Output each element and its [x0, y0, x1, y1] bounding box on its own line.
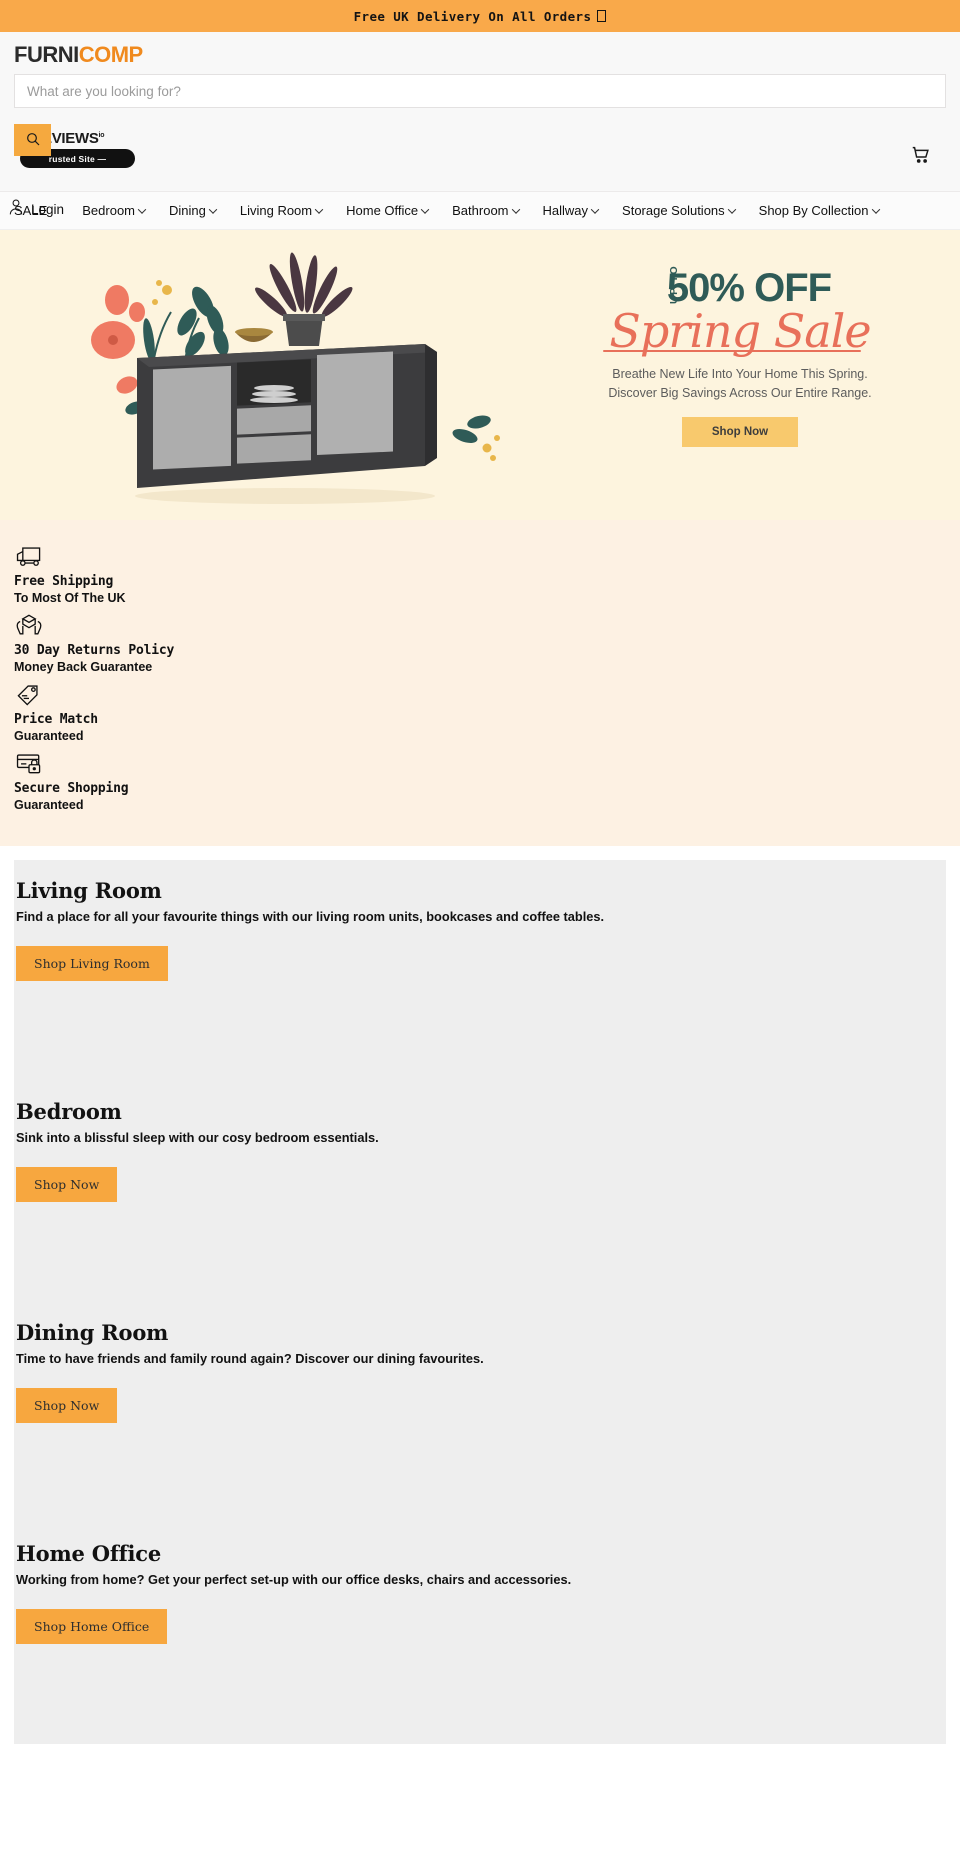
- hero-script-underline: [603, 349, 861, 352]
- search-bar: [14, 74, 946, 108]
- trust-item-returns-policy: 30 Day Returns Policy Money Back Guarant…: [14, 611, 946, 674]
- hero-subtext-line2: Discover Big Savings Across Our Entire R…: [608, 386, 872, 400]
- nav-item-bathroom[interactable]: Bathroom: [452, 203, 531, 218]
- login-link[interactable]: Login: [8, 198, 64, 221]
- trust-subtitle: Money Back Guarantee: [14, 660, 153, 674]
- trust-item-secure-shopping: Secure Shopping Guaranteed: [14, 749, 946, 812]
- category-description: Time to have friends and family round ag…: [16, 1351, 484, 1366]
- search-input[interactable]: [14, 74, 946, 108]
- trust-subtitle: Guaranteed: [14, 798, 84, 812]
- trust-title: Free Shipping: [14, 574, 114, 589]
- nav-item-shop-by-collection[interactable]: Shop By Collection: [759, 203, 892, 218]
- category-description: Working from home? Get your perfect set-…: [16, 1572, 572, 1587]
- category-description: Find a place for all your favourite thin…: [16, 909, 605, 924]
- category-image-placeholder: [14, 1202, 946, 1302]
- hero-up-to-label: UP TO: [667, 264, 680, 304]
- trust-subtitle: To Most Of The UK: [14, 591, 126, 605]
- chevron-down-icon: [420, 204, 430, 214]
- trust-item-free-shipping: Free Shipping To Most Of The UK: [14, 542, 946, 605]
- category-title: Bedroom: [16, 1099, 122, 1124]
- nav-label: Hallway: [542, 203, 589, 218]
- nav-label: Bathroom: [452, 203, 509, 218]
- nav-item-bedroom[interactable]: Bedroom: [82, 203, 158, 218]
- trust-badges-strip: Free Shipping To Most Of The UK 30 Day R…: [0, 520, 960, 846]
- user-icon: [8, 198, 24, 221]
- category-section-living-room: Living Room Find a place for all your fa…: [14, 860, 946, 1081]
- chevron-down-icon: [871, 204, 880, 214]
- search-icon: [25, 131, 41, 150]
- reviews-badge-suffix: io: [98, 132, 105, 139]
- card-lock-icon: [14, 749, 946, 779]
- category-shop-button[interactable]: Shop Home Office: [16, 1609, 168, 1644]
- trust-title: Secure Shopping: [14, 781, 129, 796]
- nav-label: Storage Solutions: [622, 203, 725, 218]
- category-image-placeholder: [14, 1644, 946, 1744]
- site-header: FURNICOMP EVIEWSio rusted Site —: [0, 32, 960, 217]
- search-submit-button[interactable]: [14, 124, 51, 156]
- category-shop-button[interactable]: Shop Now: [16, 1167, 118, 1202]
- shopping-cart-icon: [910, 144, 932, 171]
- main-navigation: SALE Bedroom Dining Living Room Home Off…: [0, 192, 960, 230]
- hands-box-icon: [14, 611, 946, 641]
- site-logo[interactable]: FURNICOMP: [14, 44, 143, 66]
- nav-label: Living Room: [239, 203, 313, 218]
- category-title: Home Office: [16, 1541, 162, 1566]
- nav-label: Shop By Collection: [758, 203, 869, 218]
- chevron-down-icon: [137, 204, 147, 214]
- category-shop-button[interactable]: Shop Living Room: [16, 946, 168, 981]
- trust-title: 30 Day Returns Policy: [14, 643, 175, 658]
- category-section-dining-room: Dining Room Time to have friends and fam…: [14, 1302, 946, 1523]
- missing-glyph-box-icon: [597, 10, 607, 22]
- nav-label: Bedroom: [82, 203, 135, 218]
- trust-subtitle: Guaranteed: [14, 729, 84, 743]
- category-title: Living Room: [16, 878, 162, 903]
- nav-item-living-room[interactable]: Living Room: [240, 203, 335, 218]
- category-title: Dining Room: [16, 1320, 169, 1345]
- category-section-bedroom: Bedroom Sink into a blissful sleep with …: [14, 1081, 946, 1302]
- delivery-truck-icon: [14, 542, 946, 572]
- nav-item-storage-solutions[interactable]: Storage Solutions: [622, 203, 748, 218]
- category-shop-button[interactable]: Shop Now: [16, 1388, 118, 1423]
- hero-shop-now-button[interactable]: Shop Now: [681, 417, 799, 447]
- hero-banner[interactable]: UP TO 50% OFF Spring Sale Breathe New Li…: [0, 230, 960, 520]
- announcement-bar: Free UK Delivery On All Orders: [0, 0, 960, 32]
- hero-subtext-line1: Breathe New Life Into Your Home This Spr…: [612, 367, 868, 381]
- announcement-text: Free UK Delivery On All Orders: [353, 8, 592, 24]
- logo-text-primary: FURNI: [14, 42, 79, 67]
- trust-item-price-match: Price Match Guaranteed: [14, 680, 946, 743]
- price-tag-icon: [14, 680, 946, 710]
- chevron-down-icon: [590, 204, 600, 214]
- login-label: Login: [31, 202, 65, 217]
- cart-button[interactable]: [906, 142, 936, 172]
- section-spacer: [0, 846, 960, 860]
- chevron-down-icon: [511, 204, 520, 214]
- nav-item-home-office[interactable]: Home Office: [346, 203, 441, 218]
- chevron-down-icon: [314, 204, 324, 214]
- category-section-home-office: Home Office Working from home? Get your …: [14, 1523, 946, 1744]
- nav-label: Dining: [169, 203, 206, 218]
- nav-item-hallway[interactable]: Hallway: [543, 203, 612, 218]
- category-image-placeholder: [14, 981, 946, 1081]
- hero-copy: UP TO 50% OFF Spring Sale Breathe New Li…: [545, 264, 935, 447]
- category-image-placeholder: [14, 1423, 946, 1523]
- hero-script-headline: Spring Sale: [545, 306, 935, 356]
- nav-item-dining[interactable]: Dining: [169, 203, 229, 218]
- nav-label: Home Office: [346, 203, 419, 218]
- chevron-down-icon: [727, 204, 736, 214]
- chevron-down-icon: [208, 204, 218, 214]
- logo-text-accent: COMP: [78, 42, 144, 67]
- category-description: Sink into a blissful sleep with our cosy…: [16, 1130, 379, 1145]
- trust-title: Price Match: [14, 712, 98, 727]
- hero-sideboard-illustration: [75, 240, 505, 510]
